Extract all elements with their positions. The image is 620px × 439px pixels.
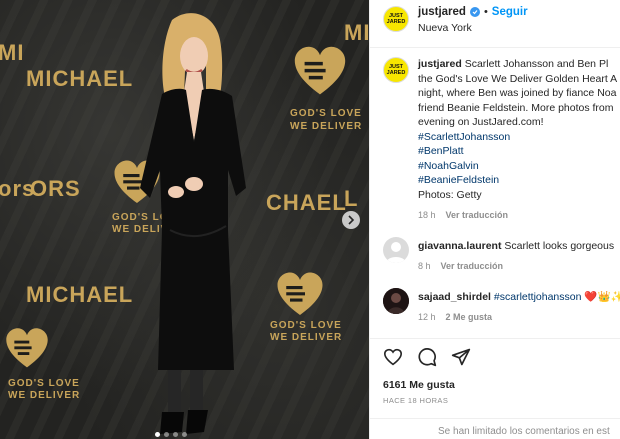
comment-username[interactable]: sajaad_shirdel xyxy=(418,291,491,303)
post-header: JUST JARED justjared • Seguir Nueva York xyxy=(370,0,620,48)
carousel-dot xyxy=(182,432,187,437)
comments-list: JUST JARED justjared Scarlett Johansson … xyxy=(370,48,620,338)
carousel-dots xyxy=(155,432,187,437)
carousel-dot xyxy=(173,432,178,437)
translate-link[interactable]: Ver traducción xyxy=(441,259,504,274)
next-slide-button[interactable] xyxy=(342,211,360,229)
post-timestamp: HACE 18 HORAS xyxy=(383,396,449,405)
avatar-text: JUST JARED xyxy=(386,64,406,76)
likes-count[interactable]: 6161 Me gusta xyxy=(383,379,620,391)
profile-photo-icon xyxy=(383,287,409,314)
hashtag-link[interactable]: #BeanieFeldstein xyxy=(418,173,617,188)
avatar[interactable] xyxy=(383,236,409,263)
action-bar: 6161 Me gusta HACE 18 HORAS xyxy=(370,338,620,405)
avatar[interactable] xyxy=(383,287,409,314)
comment-time[interactable]: 12 h xyxy=(418,310,436,325)
caption-line: Scarlett Johansson and Ben Pl xyxy=(464,58,609,70)
avatar-text: JUST JARED xyxy=(386,13,406,25)
default-avatar-icon xyxy=(386,241,406,263)
comment-text: Scarlett looks gorgeous xyxy=(504,239,615,252)
chevron-right-icon xyxy=(348,215,355,225)
caption-line: evening on JustJared.com! xyxy=(418,116,544,128)
hashtag-link[interactable]: #scarlettjohansson xyxy=(494,291,582,303)
hashtag-link[interactable]: #BenPlatt xyxy=(418,144,617,159)
caption-time[interactable]: 18 h xyxy=(418,208,436,223)
caption-line: night, where Ben was joined by fiance No… xyxy=(418,87,617,99)
hashtag-link[interactable]: #NoahGalvin xyxy=(418,159,617,174)
photo-credit: Photos: Getty xyxy=(418,188,482,201)
carousel-dot xyxy=(155,432,160,437)
location-link[interactable]: Nueva York xyxy=(418,22,528,34)
post-media[interactable]: MI MICHAEL ORS GOD'S LOVE WE DELIVER GOD… xyxy=(0,0,369,439)
follow-button[interactable]: Seguir xyxy=(492,6,528,18)
comment: giavanna.laurent Scarlett looks gorgeous… xyxy=(370,236,620,274)
verified-icon xyxy=(469,7,480,17)
translate-link[interactable]: Ver traducción xyxy=(446,208,509,223)
comment-icon[interactable] xyxy=(417,347,437,367)
comments-limited-notice: Se han limitado los comentarios en est xyxy=(370,418,620,439)
author-username[interactable]: justjared xyxy=(418,6,466,18)
comment-likes[interactable]: 2 Me gusta xyxy=(446,310,493,325)
caption: JUST JARED justjared Scarlett Johansson … xyxy=(370,57,620,223)
photo-subject xyxy=(140,13,246,434)
carousel-dot xyxy=(164,432,169,437)
separator: • xyxy=(483,6,488,18)
post-sidebar: JUST JARED justjared • Seguir Nueva York… xyxy=(369,0,620,439)
comment-time[interactable]: 8 h xyxy=(418,259,431,274)
comment-username[interactable]: giavanna.laurent xyxy=(418,240,501,252)
caption-line: friend Beanie Feldstein. More photos fro… xyxy=(418,101,614,114)
share-icon[interactable] xyxy=(451,347,471,367)
avatar[interactable]: JUST JARED xyxy=(383,57,409,83)
comment-emojis: ❤️👑✨ xyxy=(584,290,620,303)
caption-username[interactable]: justjared xyxy=(418,58,462,70)
avatar[interactable]: JUST JARED xyxy=(383,6,409,32)
caption-line: the God's Love We Deliver Golden Heart A xyxy=(418,72,618,85)
comment: sajaad_shirdel #scarlettjohansson ❤️👑✨ 1… xyxy=(370,287,620,325)
hashtag-link[interactable]: #ScarlettJohansson xyxy=(418,130,617,145)
like-heart-icon[interactable] xyxy=(383,348,403,366)
